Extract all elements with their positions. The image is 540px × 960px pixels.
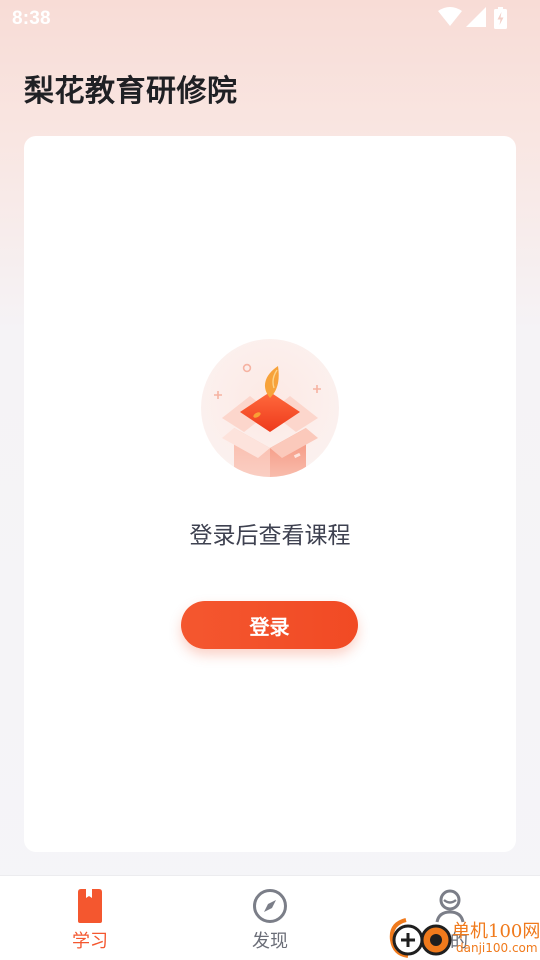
status-bar: 8:38: [0, 0, 540, 36]
tab-study-label: 学习: [72, 931, 108, 952]
watermark-name: 单机100网: [452, 921, 540, 942]
battery-icon: [494, 7, 507, 29]
signal-icon: [466, 7, 486, 27]
empty-state-message: 登录后查看课程: [189, 523, 351, 549]
compass-icon: [253, 889, 287, 923]
watermark-logo-icon: [389, 918, 452, 958]
tab-discover[interactable]: 发现: [180, 876, 360, 960]
watermark-url: danji100.com: [456, 941, 538, 955]
watermark: 单机100网 danji100.com: [388, 912, 540, 960]
tab-study[interactable]: 学习: [0, 876, 180, 960]
tab-discover-label: 发现: [252, 931, 288, 952]
course-card: 登录后查看课程 登录: [24, 136, 516, 852]
wifi-icon: [438, 7, 462, 26]
page-title: 梨花教育研修院: [24, 74, 238, 109]
login-button[interactable]: 登录: [181, 601, 358, 649]
gift-box-icon: [201, 339, 339, 477]
status-time: 8:38: [12, 8, 51, 29]
book-icon: [78, 889, 102, 923]
